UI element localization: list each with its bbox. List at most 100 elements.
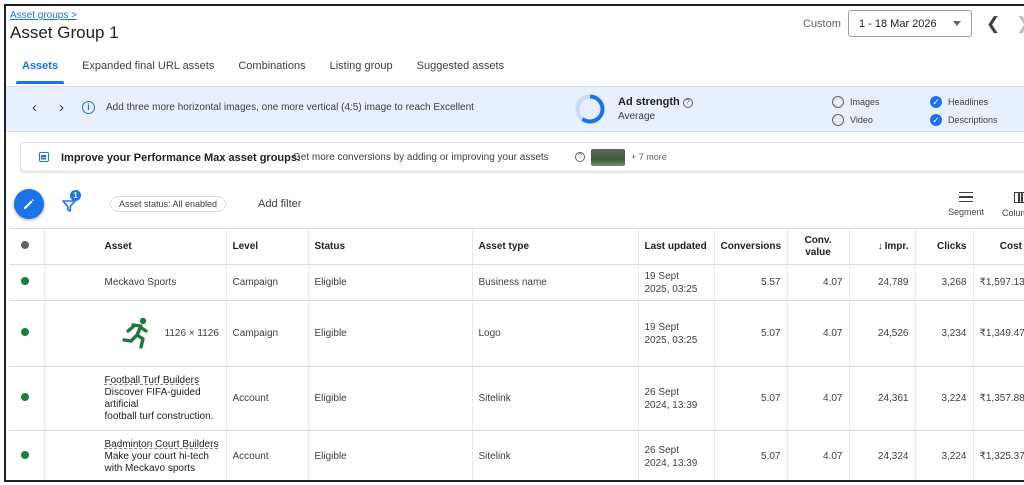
- enabled-dot-icon: [21, 277, 29, 285]
- impr-column-header[interactable]: ↓ Impr.: [848, 228, 915, 265]
- status-cell: Eligible: [307, 264, 472, 301]
- clicks-cell: 3,234: [914, 300, 973, 367]
- tab-assets[interactable]: Assets: [10, 56, 70, 86]
- asset-cell[interactable]: Badminton Court Builders Make your court…: [43, 430, 226, 480]
- filter-count-badge: 1: [70, 190, 81, 201]
- tab-listing-group[interactable]: Listing group: [318, 56, 405, 86]
- last-updated-cell: 26 Sept 2024, 13:39: [637, 366, 714, 431]
- conversions-cell: 5.07: [713, 430, 787, 480]
- sitelink-description: Make your court hi-tech: [104, 450, 210, 462]
- ad-strength-value: Average: [618, 111, 656, 122]
- status-cell: Eligible: [307, 300, 472, 367]
- page-title: Asset Group 1: [10, 23, 119, 42]
- asset-type-cell: Business name: [471, 264, 638, 301]
- asset-type-column-header[interactable]: Asset type: [471, 228, 638, 265]
- status-text-column-header[interactable]: Status: [307, 228, 472, 265]
- tab-combinations[interactable]: Combinations: [226, 56, 317, 86]
- status-cell: Eligible: [307, 366, 472, 431]
- asset-text: Meckavo Sports: [104, 277, 177, 288]
- date-range-select[interactable]: 1 - 18 Mar 2026: [848, 10, 972, 37]
- performance-max-promo[interactable]: Improve your Performance Max asset group…: [20, 142, 1024, 172]
- conversions-column-header[interactable]: Conversions: [713, 228, 787, 265]
- sitelink-title[interactable]: Badminton Court Builders: [105, 439, 220, 451]
- asset-status-filter-chip[interactable]: Asset status: All enabled: [110, 196, 227, 212]
- asset-cell[interactable]: Football Turf Builders Discover FIFA-gui…: [43, 366, 226, 431]
- status-column-header[interactable]: [10, 228, 44, 265]
- asset-group-icon: [39, 152, 49, 162]
- edit-button[interactable]: [14, 189, 44, 219]
- asset-cell[interactable]: 1126 × 1126: [43, 300, 226, 367]
- status-dot-cell: [10, 300, 44, 367]
- ad-strength-label: Ad strength?: [618, 96, 693, 108]
- clicks-column-header[interactable]: Clicks: [914, 228, 973, 265]
- tab-bar: Assets Expanded final URL assets Combina…: [10, 56, 516, 86]
- clicks-cell: 3,268: [914, 264, 973, 301]
- table-header-row: Asset Level Status Asset type Last updat…: [10, 228, 1024, 265]
- chevron-left-icon[interactable]: ‹: [32, 99, 37, 116]
- filter-icon[interactable]: [62, 199, 76, 213]
- checklist-descriptions: ✓ Descriptions: [930, 114, 998, 126]
- promo-title: Improve your Performance Max asset group…: [61, 152, 301, 164]
- status-dot-icon: [21, 241, 29, 249]
- empty-circle-icon: [832, 96, 844, 108]
- conv-value-cell: 4.07: [786, 264, 849, 301]
- promo-text: Get more conversions by adding or improv…: [293, 152, 549, 163]
- sitelink-description: artificial: [104, 398, 139, 410]
- check-circle-icon: ✓: [930, 114, 942, 126]
- conversions-cell: 5.07: [713, 300, 787, 367]
- image-dimensions: 1126 × 1126: [164, 328, 219, 339]
- date-range-value: 1 - 18 Mar 2026: [859, 17, 937, 30]
- sitelink-description: with Meckavo sports: [104, 462, 196, 474]
- enabled-dot-icon: [21, 328, 29, 336]
- cost-column-header[interactable]: Cost: [972, 228, 1024, 265]
- checklist-label: Descriptions: [948, 115, 998, 125]
- conversions-cell: 5.07: [713, 366, 787, 431]
- ad-strength-ring: [575, 94, 605, 124]
- tab-expanded-final-url-assets[interactable]: Expanded final URL assets: [70, 56, 226, 86]
- table-row[interactable]: 1126 × 1126 Campaign Eligible Logo 19 Se…: [10, 300, 1024, 367]
- date-range-type: Custom: [803, 18, 841, 30]
- conv-value-cell: 4.07: [786, 366, 849, 431]
- sitelink-title[interactable]: Football Turf Builders: [105, 375, 220, 387]
- impr-cell: 24,789: [848, 264, 915, 301]
- level-cell: Campaign: [225, 300, 308, 367]
- promo-more-link[interactable]: + 7 more: [631, 152, 667, 162]
- next-period-icon[interactable]: ❯: [1016, 14, 1024, 34]
- level-column-header[interactable]: Level: [225, 228, 308, 265]
- checklist-video: Video: [832, 114, 873, 126]
- segment-button[interactable]: Segment: [946, 192, 986, 217]
- asset-column-header[interactable]: Asset: [43, 228, 226, 265]
- asset-cell[interactable]: Meckavo Sports: [43, 264, 226, 301]
- table-row[interactable]: Meckavo Sports Campaign Eligible Busines…: [10, 264, 1024, 301]
- recommendation-text: Add three more horizontal images, one mo…: [106, 102, 474, 113]
- updated-date: 19 Sept: [644, 321, 679, 333]
- last-updated-cell: 19 Sept 2025, 03:25: [637, 300, 714, 367]
- cost-cell: ₹1,349.47: [972, 300, 1024, 367]
- updated-date: 26 Sept: [644, 444, 679, 456]
- tab-suggested-assets[interactable]: Suggested assets: [405, 56, 516, 86]
- last-updated-column-header[interactable]: Last updated: [637, 228, 714, 265]
- breadcrumb[interactable]: Asset groups >: [10, 10, 77, 21]
- sort-arrow-down-icon: ↓: [877, 241, 883, 252]
- empty-circle-icon: [832, 114, 844, 126]
- columns-icon: [1014, 192, 1024, 203]
- asset-type-cell: Logo: [471, 300, 638, 367]
- previous-period-icon[interactable]: ❮: [986, 14, 1000, 34]
- help-icon[interactable]: ?: [575, 152, 585, 162]
- checklist-label: Video: [850, 115, 873, 125]
- help-icon[interactable]: ?: [682, 98, 693, 108]
- asset-type-cell: Sitelink: [471, 430, 638, 480]
- enabled-dot-icon: [21, 451, 29, 459]
- chevron-right-icon[interactable]: ›: [59, 99, 64, 116]
- add-filter-button[interactable]: Add filter: [258, 198, 301, 210]
- columns-button[interactable]: Columns: [1002, 192, 1024, 218]
- segment-label: Segment: [947, 207, 985, 217]
- table-row[interactable]: Football Turf Builders Discover FIFA-gui…: [10, 366, 1024, 431]
- table-row[interactable]: Badminton Court Builders Make your court…: [10, 430, 1024, 480]
- last-updated-cell: 19 Sept 2025, 03:25: [637, 264, 714, 301]
- level-cell: Account: [225, 366, 308, 431]
- conv-value-cell: 4.07: [786, 300, 849, 367]
- updated-time: 2024, 13:39: [644, 399, 698, 411]
- conv-value-column-header[interactable]: Conv. value: [786, 228, 849, 265]
- level-cell: Account: [225, 430, 308, 480]
